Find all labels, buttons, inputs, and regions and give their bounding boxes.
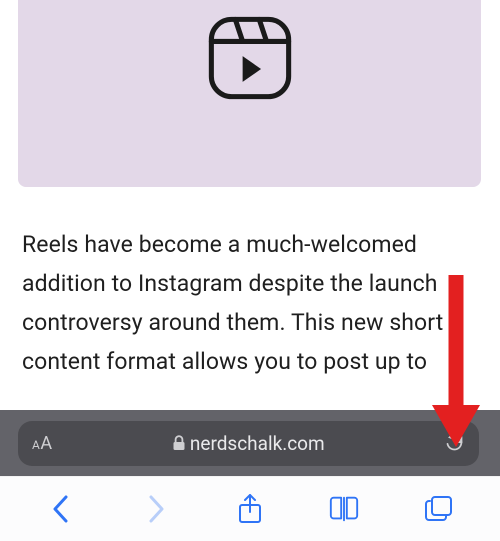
address-pill[interactable]: AA nerdschalk.com: [18, 421, 479, 466]
bottom-nav: [0, 476, 500, 541]
tabs-button[interactable]: [417, 487, 461, 531]
reader-text-size-button[interactable]: AA: [32, 433, 53, 454]
url-domain[interactable]: nerdschalk.com: [53, 432, 444, 455]
safari-toolbar: AA nerdschalk.com: [0, 410, 500, 541]
article-hero: [18, 0, 481, 187]
back-button[interactable]: [39, 487, 83, 531]
article-paragraph: Reels have become a much-welcomed additi…: [22, 231, 443, 375]
address-bar-row: AA nerdschalk.com: [0, 410, 500, 476]
reels-icon: [200, 8, 300, 108]
lock-icon: [172, 435, 186, 451]
reload-button[interactable]: [444, 432, 465, 454]
forward-button[interactable]: [134, 487, 178, 531]
share-button[interactable]: [228, 487, 272, 531]
article-body: Reels have become a much-welcomed additi…: [0, 187, 500, 381]
domain-text: nerdschalk.com: [190, 432, 325, 455]
bookmarks-button[interactable]: [322, 487, 366, 531]
